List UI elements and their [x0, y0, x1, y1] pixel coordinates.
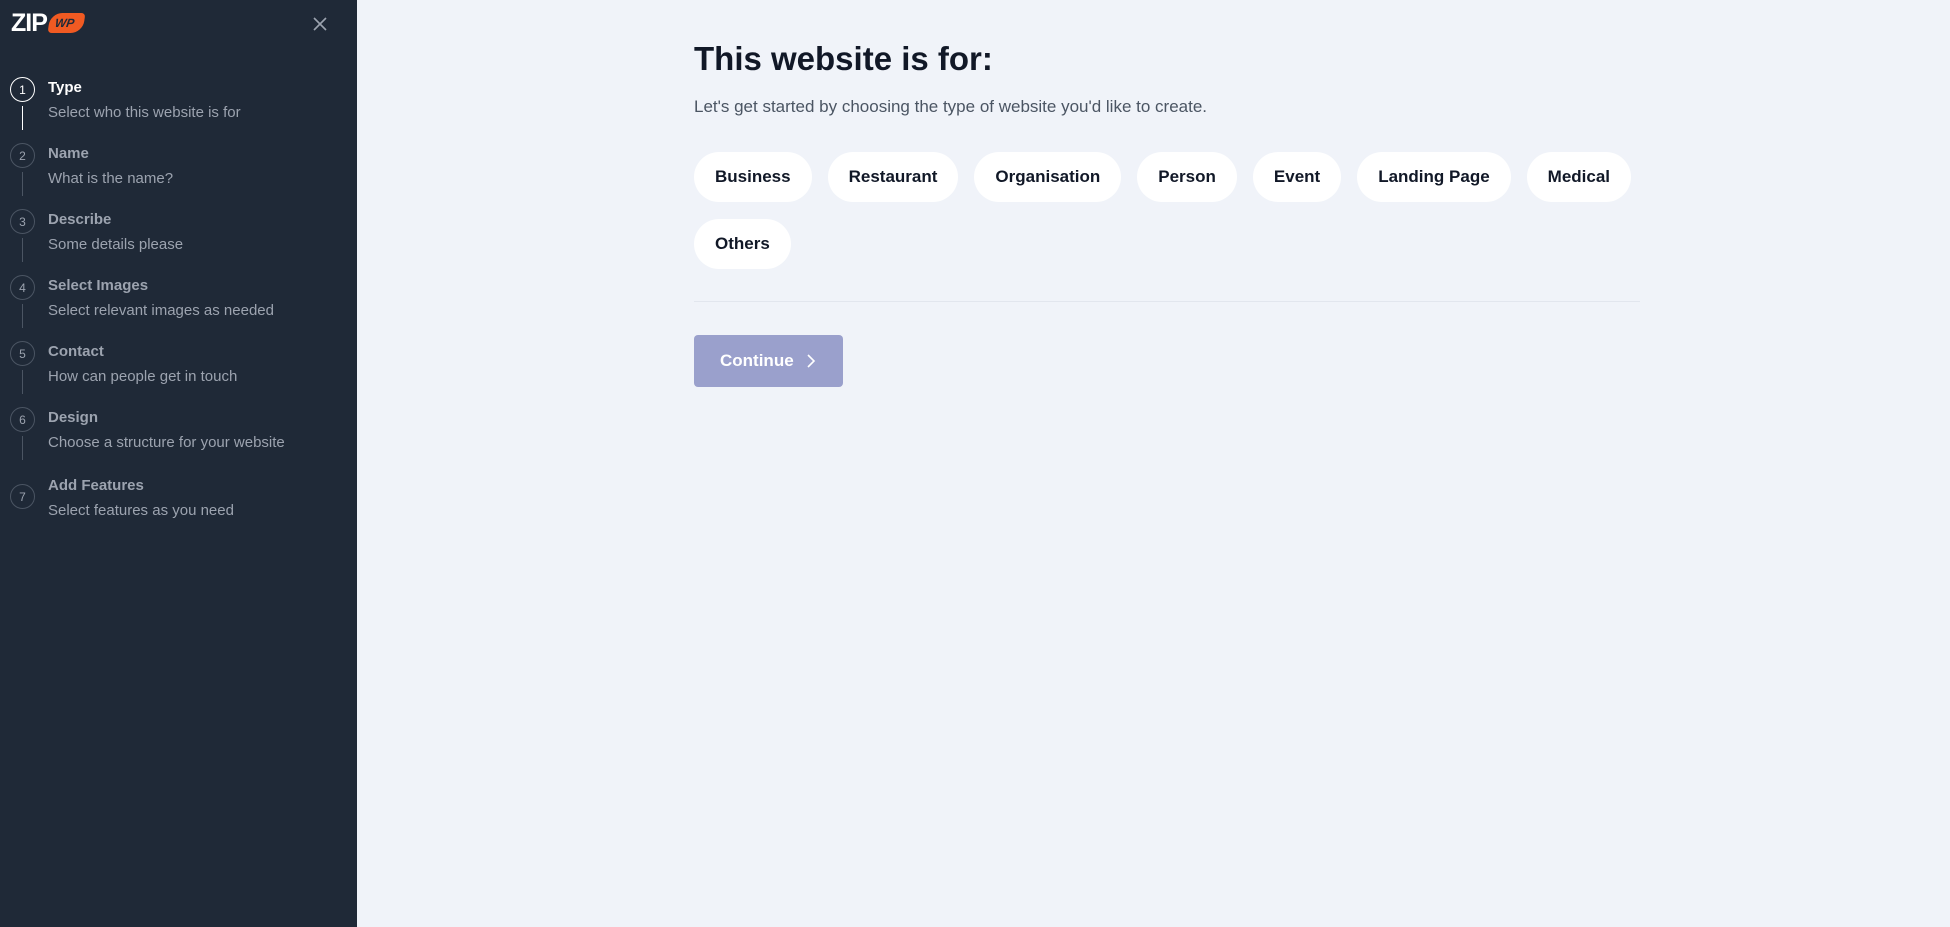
step-subtitle: How can people get in touch — [48, 368, 238, 385]
step-connector — [22, 106, 23, 130]
step-title: Type — [48, 79, 82, 96]
type-event-button[interactable]: Event — [1252, 152, 1342, 202]
step-subtitle: Select relevant images as needed — [48, 302, 274, 319]
step-title: Describe — [48, 211, 112, 228]
logo-badge: WP — [47, 13, 86, 33]
close-button[interactable] — [308, 12, 332, 36]
step-subtitle: Select who this website is for — [48, 104, 241, 121]
step-title: Add Features — [48, 477, 144, 494]
step-title: Contact — [48, 343, 104, 360]
step-connector — [22, 172, 23, 196]
sidebar: ZIP WP 1 Type Select who this website is… — [0, 0, 357, 927]
type-restaurant-button[interactable]: Restaurant — [827, 152, 959, 202]
chevron-right-icon — [807, 354, 815, 368]
type-organisation-button[interactable]: Organisation — [974, 152, 1122, 202]
step-number: 7 — [10, 484, 35, 509]
step-number: 3 — [10, 209, 35, 234]
divider — [694, 301, 1640, 302]
continue-button[interactable]: Continue — [694, 335, 843, 387]
type-landing-page-button[interactable]: Landing Page — [1357, 152, 1511, 202]
step-subtitle: Choose a structure for your website — [48, 434, 285, 451]
type-person-button[interactable]: Person — [1137, 152, 1237, 202]
close-icon — [313, 17, 327, 31]
step-number: 2 — [10, 143, 35, 168]
continue-label: Continue — [720, 351, 794, 370]
zipwp-logo: ZIP WP — [11, 9, 86, 37]
type-others-button[interactable]: Others — [694, 219, 791, 269]
website-type-options: Business Restaurant Organisation Person … — [694, 152, 1654, 269]
step-number: 1 — [10, 77, 35, 102]
page-subtitle: Let's get started by choosing the type o… — [694, 97, 1208, 116]
step-title: Design — [48, 409, 99, 426]
step-connector — [22, 436, 23, 460]
step-connector — [22, 238, 23, 262]
type-business-button[interactable]: Business — [694, 152, 812, 202]
page-title: This website is for: — [694, 40, 993, 77]
step-subtitle: Select features as you need — [48, 502, 234, 519]
step-number: 4 — [10, 275, 35, 300]
logo-text: ZIP — [11, 9, 48, 37]
type-medical-button[interactable]: Medical — [1526, 152, 1632, 202]
step-title: Name — [48, 145, 89, 162]
step-connector — [22, 304, 23, 328]
step-number: 6 — [10, 407, 35, 432]
step-title: Select Images — [48, 277, 149, 294]
step-number: 5 — [10, 341, 35, 366]
step-connector — [22, 370, 23, 394]
step-subtitle: Some details please — [48, 236, 184, 253]
step-subtitle: What is the name? — [48, 170, 174, 187]
